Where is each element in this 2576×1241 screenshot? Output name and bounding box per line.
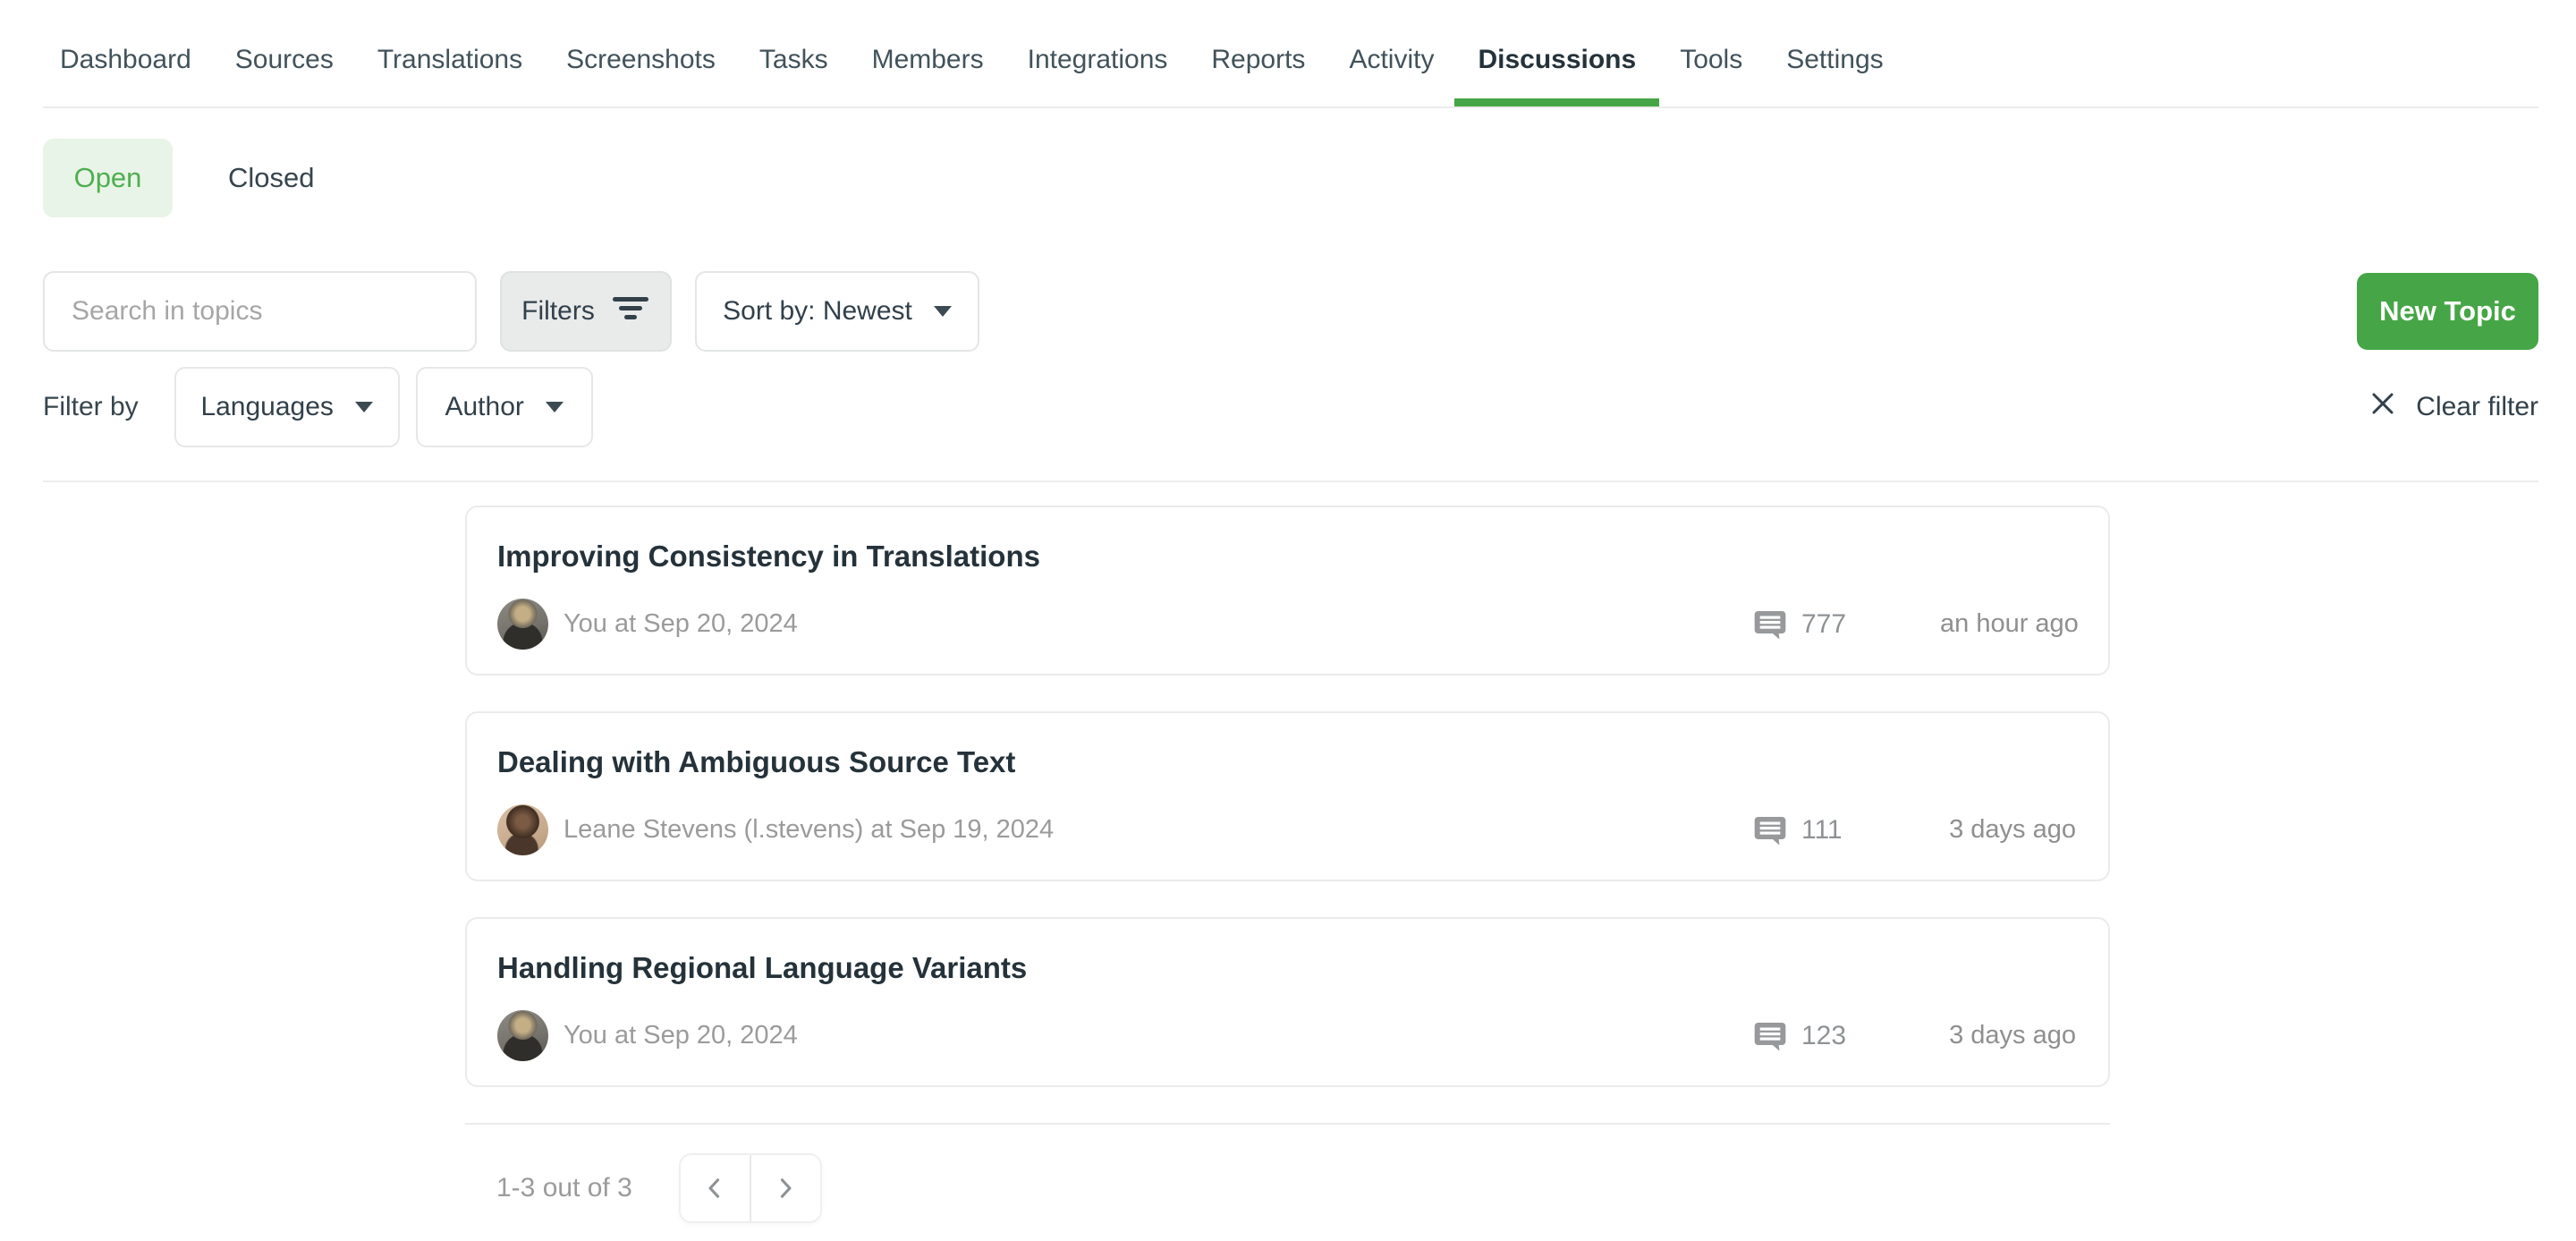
discussions-page: Dashboard Sources Translations Screenshots T… xyxy=(0,0,2576,1241)
chevron-down-icon xyxy=(934,306,952,317)
discussion-meta: You at Sep 20, 2024 123 3 days ago xyxy=(497,1010,2076,1061)
discussion-list: Improving Consistency in Translations You… xyxy=(465,506,2110,1087)
chevron-left-icon xyxy=(699,1173,730,1203)
avatar xyxy=(497,1010,548,1061)
comment-count-value: 777 xyxy=(1801,609,1846,640)
nav-item-settings[interactable]: Settings xyxy=(1786,13,1883,106)
list-bottom-divider xyxy=(465,1123,2110,1125)
chevron-down-icon xyxy=(546,402,564,412)
comment-bubble-icon xyxy=(1752,607,1788,642)
tab-closed[interactable]: Closed xyxy=(217,139,326,217)
filters-button-label: Filters xyxy=(521,296,595,327)
comment-count-value: 123 xyxy=(1801,1021,1846,1051)
discussion-card[interactable]: Dealing with Ambiguous Source Text Leane … xyxy=(465,711,2110,881)
filter-lines-icon xyxy=(611,290,650,333)
chevron-down-icon xyxy=(355,402,373,412)
nav-item-sources[interactable]: Sources xyxy=(235,13,334,106)
languages-dropdown-label: Languages xyxy=(200,392,333,422)
nav-item-tasks[interactable]: Tasks xyxy=(759,13,828,106)
discussion-card[interactable]: Handling Regional Language Variants You a… xyxy=(465,917,2110,1087)
discussion-author: You at Sep 20, 2024 xyxy=(564,609,1752,639)
chevron-right-icon xyxy=(770,1173,801,1203)
sort-dropdown[interactable]: Sort by: Newest xyxy=(695,271,979,352)
comment-count: 123 xyxy=(1752,1018,1861,1054)
tab-open[interactable]: Open xyxy=(43,139,173,217)
filter-bar: Filter by Languages Author Clear filter xyxy=(43,368,2538,446)
discussion-meta: You at Sep 20, 2024 777 an hour ago xyxy=(497,599,2076,650)
pager xyxy=(679,1153,822,1223)
comment-bubble-icon xyxy=(1752,1018,1788,1054)
nav-item-screenshots[interactable]: Screenshots xyxy=(566,13,716,106)
pagination-summary: 1-3 out of 3 xyxy=(496,1173,632,1203)
nav-item-members[interactable]: Members xyxy=(872,13,984,106)
clear-filter-button[interactable]: Clear filter xyxy=(2368,388,2538,426)
top-navigation: Dashboard Sources Translations Screenshots T… xyxy=(43,0,2538,108)
discussion-author: You at Sep 20, 2024 xyxy=(564,1021,1752,1050)
search-input[interactable] xyxy=(43,271,477,352)
previous-page-button[interactable] xyxy=(681,1155,750,1221)
discussion-title[interactable]: Improving Consistency in Translations xyxy=(497,540,2076,574)
discussion-title[interactable]: Handling Regional Language Variants xyxy=(497,951,2076,985)
next-page-button[interactable] xyxy=(750,1155,820,1221)
clear-filter-label: Clear filter xyxy=(2416,392,2538,422)
close-icon xyxy=(2368,388,2398,426)
new-topic-button[interactable]: New Topic xyxy=(2357,273,2538,350)
sort-dropdown-label: Sort by: Newest xyxy=(723,296,912,327)
discussion-card[interactable]: Improving Consistency in Translations You… xyxy=(465,506,2110,676)
discussion-time: an hour ago xyxy=(1940,609,2076,639)
discussion-time: 3 days ago xyxy=(1940,815,2076,845)
toolbar: Filters Sort by: Newest New Topic xyxy=(43,271,2538,352)
filters-button[interactable]: Filters xyxy=(500,271,672,352)
author-dropdown[interactable]: Author xyxy=(416,367,593,447)
nav-item-integrations[interactable]: Integrations xyxy=(1028,13,1168,106)
nav-item-discussions[interactable]: Discussions xyxy=(1478,13,1636,106)
status-tabs: Open Closed xyxy=(43,139,2533,217)
nav-item-reports[interactable]: Reports xyxy=(1211,13,1305,106)
nav-item-dashboard[interactable]: Dashboard xyxy=(60,13,191,106)
comment-bubble-icon xyxy=(1752,812,1788,848)
section-divider xyxy=(43,480,2538,482)
avatar xyxy=(497,804,548,855)
languages-dropdown[interactable]: Languages xyxy=(174,367,400,447)
filter-by-label: Filter by xyxy=(43,392,139,422)
comment-count: 111 xyxy=(1752,812,1861,848)
discussion-time: 3 days ago xyxy=(1940,1021,2076,1050)
author-dropdown-label: Author xyxy=(445,392,523,422)
discussion-meta: Leane Stevens (l.stevens) at Sep 19, 202… xyxy=(497,804,2076,855)
discussion-title[interactable]: Dealing with Ambiguous Source Text xyxy=(497,745,2076,779)
nav-item-tools[interactable]: Tools xyxy=(1680,13,1742,106)
discussion-author: Leane Stevens (l.stevens) at Sep 19, 202… xyxy=(564,815,1752,845)
nav-item-activity[interactable]: Activity xyxy=(1349,13,1434,106)
pagination: 1-3 out of 3 xyxy=(496,1153,2576,1223)
comment-count-value: 111 xyxy=(1801,815,1843,846)
nav-item-translations[interactable]: Translations xyxy=(377,13,522,106)
avatar xyxy=(497,599,548,650)
comment-count: 777 xyxy=(1752,607,1861,642)
